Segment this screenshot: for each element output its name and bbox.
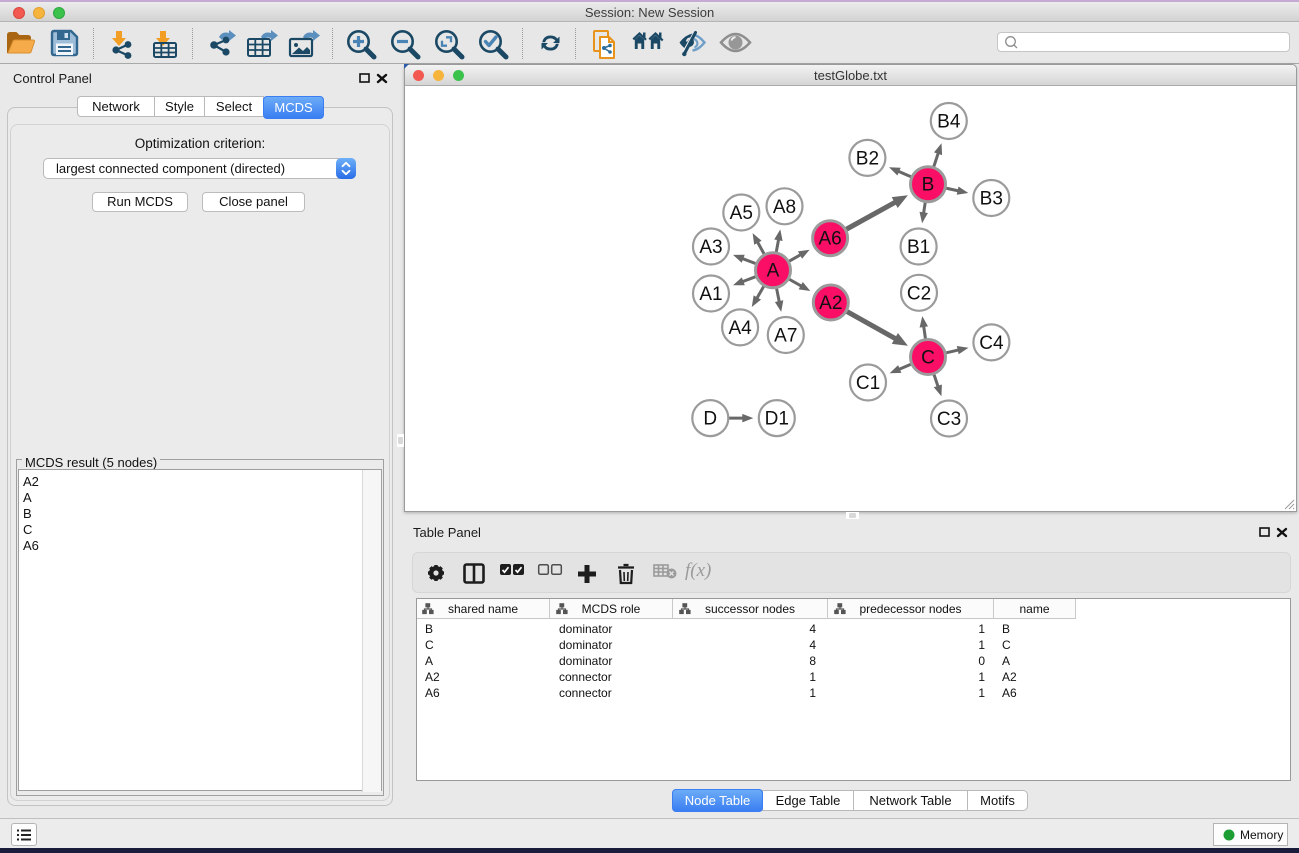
svg-text:A3: A3 xyxy=(699,237,722,258)
svg-text:D: D xyxy=(703,409,717,430)
svg-text:A8: A8 xyxy=(773,197,796,218)
svg-text:B3: B3 xyxy=(980,189,1003,210)
svg-text:A: A xyxy=(767,261,780,282)
svg-text:A5: A5 xyxy=(730,203,753,224)
svg-text:A7: A7 xyxy=(774,326,797,347)
svg-text:B1: B1 xyxy=(907,237,930,258)
svg-text:A1: A1 xyxy=(699,284,722,305)
svg-text:C4: C4 xyxy=(979,333,1004,354)
svg-text:C3: C3 xyxy=(937,409,961,430)
svg-text:A6: A6 xyxy=(818,229,841,250)
svg-text:B4: B4 xyxy=(937,112,961,133)
svg-text:C1: C1 xyxy=(856,373,880,394)
svg-text:D1: D1 xyxy=(765,409,789,430)
svg-text:C: C xyxy=(921,348,935,369)
svg-text:B2: B2 xyxy=(856,148,879,169)
svg-text:B: B xyxy=(922,175,935,196)
svg-text:A4: A4 xyxy=(728,318,752,339)
svg-text:C2: C2 xyxy=(907,283,931,304)
svg-text:A2: A2 xyxy=(819,293,842,314)
